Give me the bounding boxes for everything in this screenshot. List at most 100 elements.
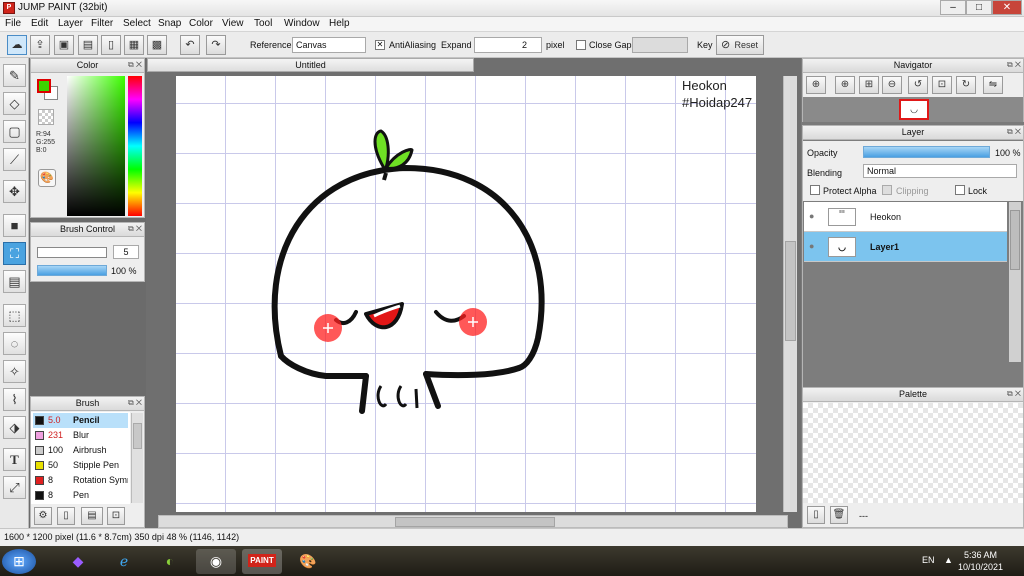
fit-window-icon[interactable]: ⊡ — [932, 76, 952, 94]
zoom-in-icon[interactable]: ⊕ — [835, 76, 855, 94]
fit-screen-icon[interactable]: ⊞ — [859, 76, 879, 94]
menu-window[interactable]: Window — [284, 18, 320, 29]
menu-filter[interactable]: Filter — [91, 18, 113, 29]
palette-icon[interactable]: 🎨 — [38, 169, 56, 187]
navigator-viewport[interactable]: ◡ — [899, 99, 929, 120]
move-tool-icon[interactable]: ✥ — [3, 180, 26, 203]
fill-shape-tool-icon[interactable]: ■ — [3, 214, 26, 237]
brush-item[interactable]: 5.0 Pencil — [33, 413, 128, 428]
jump-paint-taskbar-icon[interactable]: PAINT — [242, 549, 282, 574]
comment-icon[interactable]: ▣ — [54, 35, 74, 55]
layer-row[interactable]: ● ≡≡ Heokon — [804, 202, 1007, 232]
reset-button[interactable]: ⊘ Reset — [716, 35, 764, 55]
panel-float-icon[interactable]: ⧉ ✕ — [1007, 127, 1021, 137]
rotate-left-icon[interactable]: ↺ — [908, 76, 928, 94]
line-tool-icon[interactable]: ⟋ — [3, 148, 26, 171]
redo-icon[interactable]: ↷ — [206, 35, 226, 55]
new-brush-icon[interactable]: ▯ — [57, 507, 75, 525]
menu-tool[interactable]: Tool — [254, 18, 272, 29]
magic-wand-icon[interactable]: ✧ — [3, 360, 26, 383]
panel-float-icon[interactable]: ⧉ ✕ — [1007, 389, 1021, 399]
grid-icon[interactable]: ▩ — [147, 35, 167, 55]
foreground-color-swatch[interactable] — [37, 79, 51, 93]
close-gaps-checkbox[interactable] — [576, 40, 586, 50]
layer-opacity-slider[interactable] — [863, 146, 990, 158]
language-indicator[interactable]: EN — [922, 555, 935, 565]
share-icon[interactable]: ⇪ — [30, 35, 50, 55]
panel-float-icon[interactable]: ⧉ ✕ — [128, 398, 142, 408]
tray-arrow-icon[interactable]: ▲ — [944, 555, 953, 565]
clipping-checkbox[interactable] — [882, 185, 892, 195]
brush-menu-icon[interactable]: ▤ — [81, 507, 103, 525]
pages-icon[interactable]: ▦ — [124, 35, 144, 55]
chrome-icon[interactable]: ◉ — [196, 549, 236, 574]
drawing-canvas[interactable]: Heokon #Hoidap247 — [176, 76, 756, 512]
brush-item[interactable]: 100 Airbrush — [33, 443, 128, 458]
operation-tool-icon[interactable]: ⤢ — [3, 476, 26, 499]
reference-select[interactable]: Canvas — [292, 37, 366, 53]
rotate-right-icon[interactable]: ↻ — [956, 76, 976, 94]
menu-file[interactable]: File — [5, 18, 21, 29]
text-tool-icon[interactable]: T — [3, 448, 26, 471]
rect-select-tool-icon[interactable]: ⬚ — [3, 304, 26, 327]
brush-size-slider[interactable] — [37, 247, 107, 258]
clock[interactable]: 5:36 AM 10/10/2021 — [958, 549, 1003, 573]
expand-input[interactable]: 2 — [474, 37, 542, 53]
brush-delete-icon[interactable]: ⊡ — [107, 507, 125, 525]
layer-row-selected[interactable]: ● ◡ Layer1 — [804, 232, 1007, 262]
menu-select[interactable]: Select — [123, 18, 151, 29]
delete-palette-icon[interactable]: 🗑 — [830, 506, 848, 524]
brush-tool-icon[interactable]: ✎ — [3, 64, 26, 87]
app-icon-green[interactable]: ◐ — [150, 549, 190, 574]
minimize-button[interactable]: – — [940, 0, 966, 15]
canvas-horizontal-scrollbar[interactable] — [158, 515, 788, 528]
maximize-button[interactable]: □ — [966, 0, 992, 15]
zoom-reset-icon[interactable]: ⊕ — [806, 76, 826, 94]
panel-float-icon[interactable]: ⧉ ✕ — [1007, 60, 1021, 70]
canvas-vertical-scrollbar[interactable] — [783, 76, 797, 512]
document-tab[interactable]: Untitled — [147, 58, 474, 72]
menu-view[interactable]: View — [222, 18, 244, 29]
select-pen-icon[interactable]: ⌇ — [3, 388, 26, 411]
menu-snap[interactable]: Snap — [158, 18, 181, 29]
panel-float-icon[interactable]: ⧉ ✕ — [128, 224, 142, 234]
visual-studio-icon[interactable]: ◆ — [58, 549, 98, 574]
lasso-tool-icon[interactable]: ◌ — [3, 332, 26, 355]
menu-color[interactable]: Color — [189, 18, 213, 29]
menu-layer[interactable]: Layer — [58, 18, 83, 29]
note-icon[interactable]: ▤ — [78, 35, 98, 55]
cloud-icon[interactable]: ☁ — [7, 35, 27, 55]
eraser-tool-icon[interactable]: ◇ — [3, 92, 26, 115]
menu-edit[interactable]: Edit — [31, 18, 48, 29]
blending-select[interactable]: Normal — [863, 164, 1017, 178]
navigator-preview[interactable]: ◡ — [803, 97, 1023, 122]
visibility-icon[interactable]: ● — [809, 241, 814, 251]
lock-checkbox[interactable] — [955, 185, 965, 195]
zoom-out-icon[interactable]: ⊖ — [882, 76, 902, 94]
brush-item[interactable]: 8Rotation Symm — [33, 473, 128, 488]
brush-size-input[interactable]: 5 — [113, 245, 139, 259]
menu-help[interactable]: Help — [329, 18, 350, 29]
brush-list-scrollbar[interactable] — [131, 413, 143, 503]
palette-area[interactable] — [803, 403, 1023, 503]
transparent-swatch[interactable] — [38, 109, 54, 125]
start-button[interactable]: ⊞ — [2, 549, 36, 574]
brush-settings-icon[interactable]: ⚙ — [34, 507, 52, 525]
close-button[interactable]: ✕ — [992, 0, 1022, 15]
brush-item[interactable]: 8 Pen — [33, 488, 128, 503]
new-palette-icon[interactable]: ▯ — [807, 506, 825, 524]
antialiasing-checkbox[interactable]: ✕ — [375, 40, 385, 50]
paint-palette-taskbar-icon[interactable]: 🎨 — [288, 549, 328, 574]
layer-list-scrollbar[interactable] — [1009, 202, 1021, 362]
hue-slider[interactable] — [128, 76, 142, 216]
undo-icon[interactable]: ↶ — [180, 35, 200, 55]
flip-icon[interactable]: ⇋ — [983, 76, 1003, 94]
panel-float-icon[interactable]: ⧉ ✕ — [128, 60, 142, 70]
visibility-icon[interactable]: ● — [809, 211, 814, 221]
protect-alpha-checkbox[interactable] — [810, 185, 820, 195]
document-icon[interactable]: ▯ — [101, 35, 121, 55]
brush-item[interactable]: 50 Stipple Pen — [33, 458, 128, 473]
select-eraser-icon[interactable]: ⬗ — [3, 416, 26, 439]
gradient-tool-icon[interactable]: ▤ — [3, 270, 26, 293]
bucket-tool-icon[interactable]: ⛶ — [3, 242, 26, 265]
